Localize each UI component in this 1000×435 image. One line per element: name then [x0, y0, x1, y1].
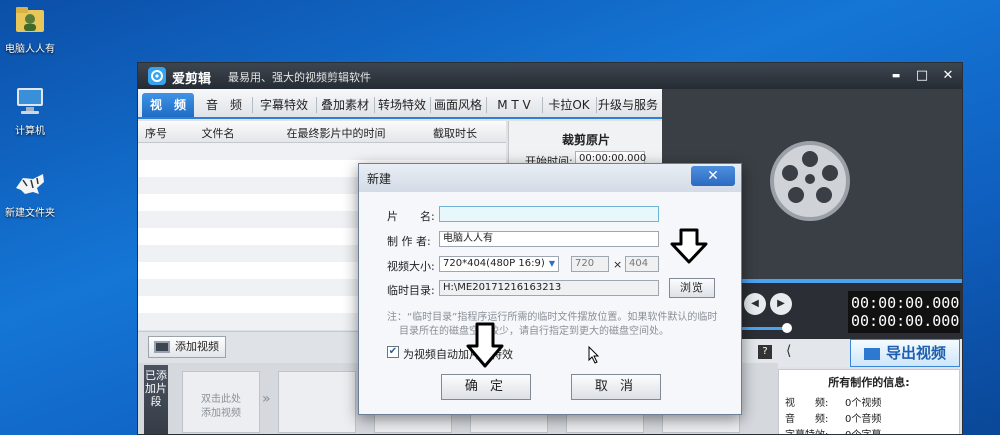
arrow-down-icon: [669, 228, 709, 267]
mouse-cursor-icon: [588, 345, 600, 367]
close-button[interactable]: ✕: [938, 66, 958, 86]
add-video-button[interactable]: 添加视频: [148, 336, 226, 358]
reel-hole: [802, 151, 818, 167]
name-label: 片 名:: [387, 210, 435, 223]
new-project-dialog: 新建 ✕ 片 名: 制 作 者: 电脑人人有 视频大小: 720*404(480…: [358, 163, 742, 415]
tab-subtitle-effects[interactable]: 字幕特效: [254, 93, 314, 117]
ok-button[interactable]: 确 定: [441, 374, 531, 400]
desktop-icon-label: 计算机: [15, 126, 45, 137]
dialog-title: 新建: [367, 172, 392, 186]
strip-label: 已添加片段: [144, 365, 168, 434]
desktop-icon-computer[interactable]: 计算机: [0, 84, 62, 137]
browse-button[interactable]: 浏览: [669, 278, 715, 298]
chevron-down-icon: ▼: [548, 259, 555, 268]
temp-dir-note-line2: 目录所在的磁盘空间较少，请自行指定到更大的磁盘空间处。: [399, 326, 669, 337]
column-header-timeline[interactable]: 在最终影片中的时间: [268, 125, 404, 141]
export-video-button[interactable]: 导出视频: [850, 339, 960, 367]
film-reel-icon: [770, 141, 850, 221]
table-header: 序号 文件名 在最终影片中的时间 截取时长: [138, 121, 506, 143]
maximize-button[interactable]: □: [912, 66, 932, 86]
width-input[interactable]: 720: [571, 256, 609, 272]
placeholder-text-line2: 添加视频: [201, 408, 241, 419]
tab-styles[interactable]: 画面风格: [430, 93, 486, 117]
tab-video[interactable]: 视 频: [142, 93, 194, 117]
crop-panel-title: 裁剪原片: [561, 133, 610, 147]
next-frame-icon[interactable]: ▶: [770, 293, 792, 315]
reel-hub: [805, 174, 815, 184]
timecode-current: 00:00:00.000: [851, 294, 960, 312]
double-chevron-icon: »: [262, 391, 271, 407]
info-row-video-value: 0个视频: [845, 398, 882, 409]
title-bar[interactable]: 爱剪辑 最易用、强大的视频剪辑软件 ▬ □ ✕: [138, 63, 962, 89]
tab-audio[interactable]: 音 频: [198, 93, 250, 117]
dialog-title-bar[interactable]: 新建 ✕: [359, 164, 741, 192]
size-select-value: 720*404(480P 16:9): [443, 258, 545, 269]
app-logo-icon: [148, 67, 166, 85]
name-input[interactable]: [439, 206, 659, 222]
app-name: 爱剪辑: [172, 72, 212, 87]
cancel-button[interactable]: 取 消: [571, 374, 661, 400]
reel-hole: [816, 187, 832, 203]
column-header-index[interactable]: 序号: [142, 125, 170, 141]
column-header-duration[interactable]: 截取时长: [410, 125, 500, 141]
reel-hole: [822, 165, 838, 181]
app-slogan: 最易用、强大的视频剪辑软件: [228, 71, 371, 84]
info-row-subtitle-value: 0个字幕: [845, 426, 881, 434]
info-row-subtitle-label: 字幕特效:: [785, 426, 828, 434]
size-select[interactable]: 720*404(480P 16:9) ▼: [439, 256, 559, 272]
info-row-audio-value: 0个音频: [845, 414, 882, 425]
timecode-display: 00:00:00.000 00:00:00.000: [848, 291, 960, 333]
author-label: 制 作 者:: [387, 235, 431, 248]
info-row-video-label: 视 频:: [785, 398, 829, 409]
tab-transitions[interactable]: 转场特效: [374, 93, 430, 117]
temp-dir-input[interactable]: H:\ME20171216163213: [439, 280, 659, 296]
reel-hole: [782, 165, 798, 181]
folder-user-icon: [13, 2, 47, 36]
temp-dir-label: 临时目录:: [387, 284, 435, 297]
placeholder-text-line1: 双击此处: [201, 394, 241, 405]
help-icon[interactable]: ?: [758, 345, 772, 359]
desktop-icon-new-folder[interactable]: 新建文件夹: [0, 166, 62, 219]
tab-upgrade[interactable]: 升级与服务: [596, 93, 660, 117]
auto-intro-checkbox[interactable]: ✔: [387, 346, 399, 358]
desktop-icon-label: 电脑人人有: [5, 44, 55, 55]
add-clip-placeholder[interactable]: 双击此处 添加视频: [182, 371, 260, 433]
add-video-label: 添加视频: [175, 340, 219, 353]
clip-slot[interactable]: [278, 371, 356, 433]
dialog-close-button[interactable]: ✕: [691, 166, 735, 186]
computer-icon: [13, 84, 47, 118]
volume-slider-thumb[interactable]: [782, 323, 792, 333]
tab-separator: [252, 97, 253, 113]
desktop-icon-label: 新建文件夹: [5, 208, 55, 219]
arrow-down-icon: [465, 322, 505, 371]
table-row[interactable]: [138, 143, 506, 160]
author-input[interactable]: 电脑人人有: [439, 231, 659, 247]
reel-hole: [788, 187, 804, 203]
height-input[interactable]: 404: [625, 256, 659, 272]
info-row-audio-label: 音 频:: [785, 414, 829, 425]
temp-dir-note-line1: 注：“临时目录”指程序运行所需的临时文件摆放位置。如果软件默认的临时: [387, 312, 718, 323]
tiger-folder-icon: [13, 166, 47, 200]
minimize-button[interactable]: ▬: [886, 66, 906, 86]
info-panel-title: 所有制作的信息:: [828, 376, 910, 389]
tab-mtv[interactable]: M T V: [486, 93, 542, 117]
add-video-icon: [154, 341, 170, 353]
tab-karaoke[interactable]: 卡拉OK: [542, 93, 596, 117]
export-video-label: 导出视频: [885, 344, 946, 362]
main-tab-bar: 视 频 音 频 字幕特效 叠加素材 转场特效 画面风格 M T V 卡拉OK 升…: [138, 89, 662, 119]
column-header-filename[interactable]: 文件名: [178, 125, 258, 141]
export-icon: [863, 347, 880, 360]
tab-overlay[interactable]: 叠加素材: [316, 93, 374, 117]
times-sign: ×: [613, 258, 623, 271]
size-label: 视频大小:: [387, 260, 435, 273]
share-icon[interactable]: ⟨: [786, 343, 791, 359]
timecode-total: 00:00:00.000: [851, 312, 960, 330]
desktop-icon-user-folder[interactable]: 电脑人人有: [0, 2, 62, 55]
previous-frame-icon[interactable]: ◀: [744, 293, 766, 315]
project-info-panel: 所有制作的信息: 视 频: 0个视频 音 频: 0个音频 字幕特效: 0个字幕: [778, 369, 960, 434]
